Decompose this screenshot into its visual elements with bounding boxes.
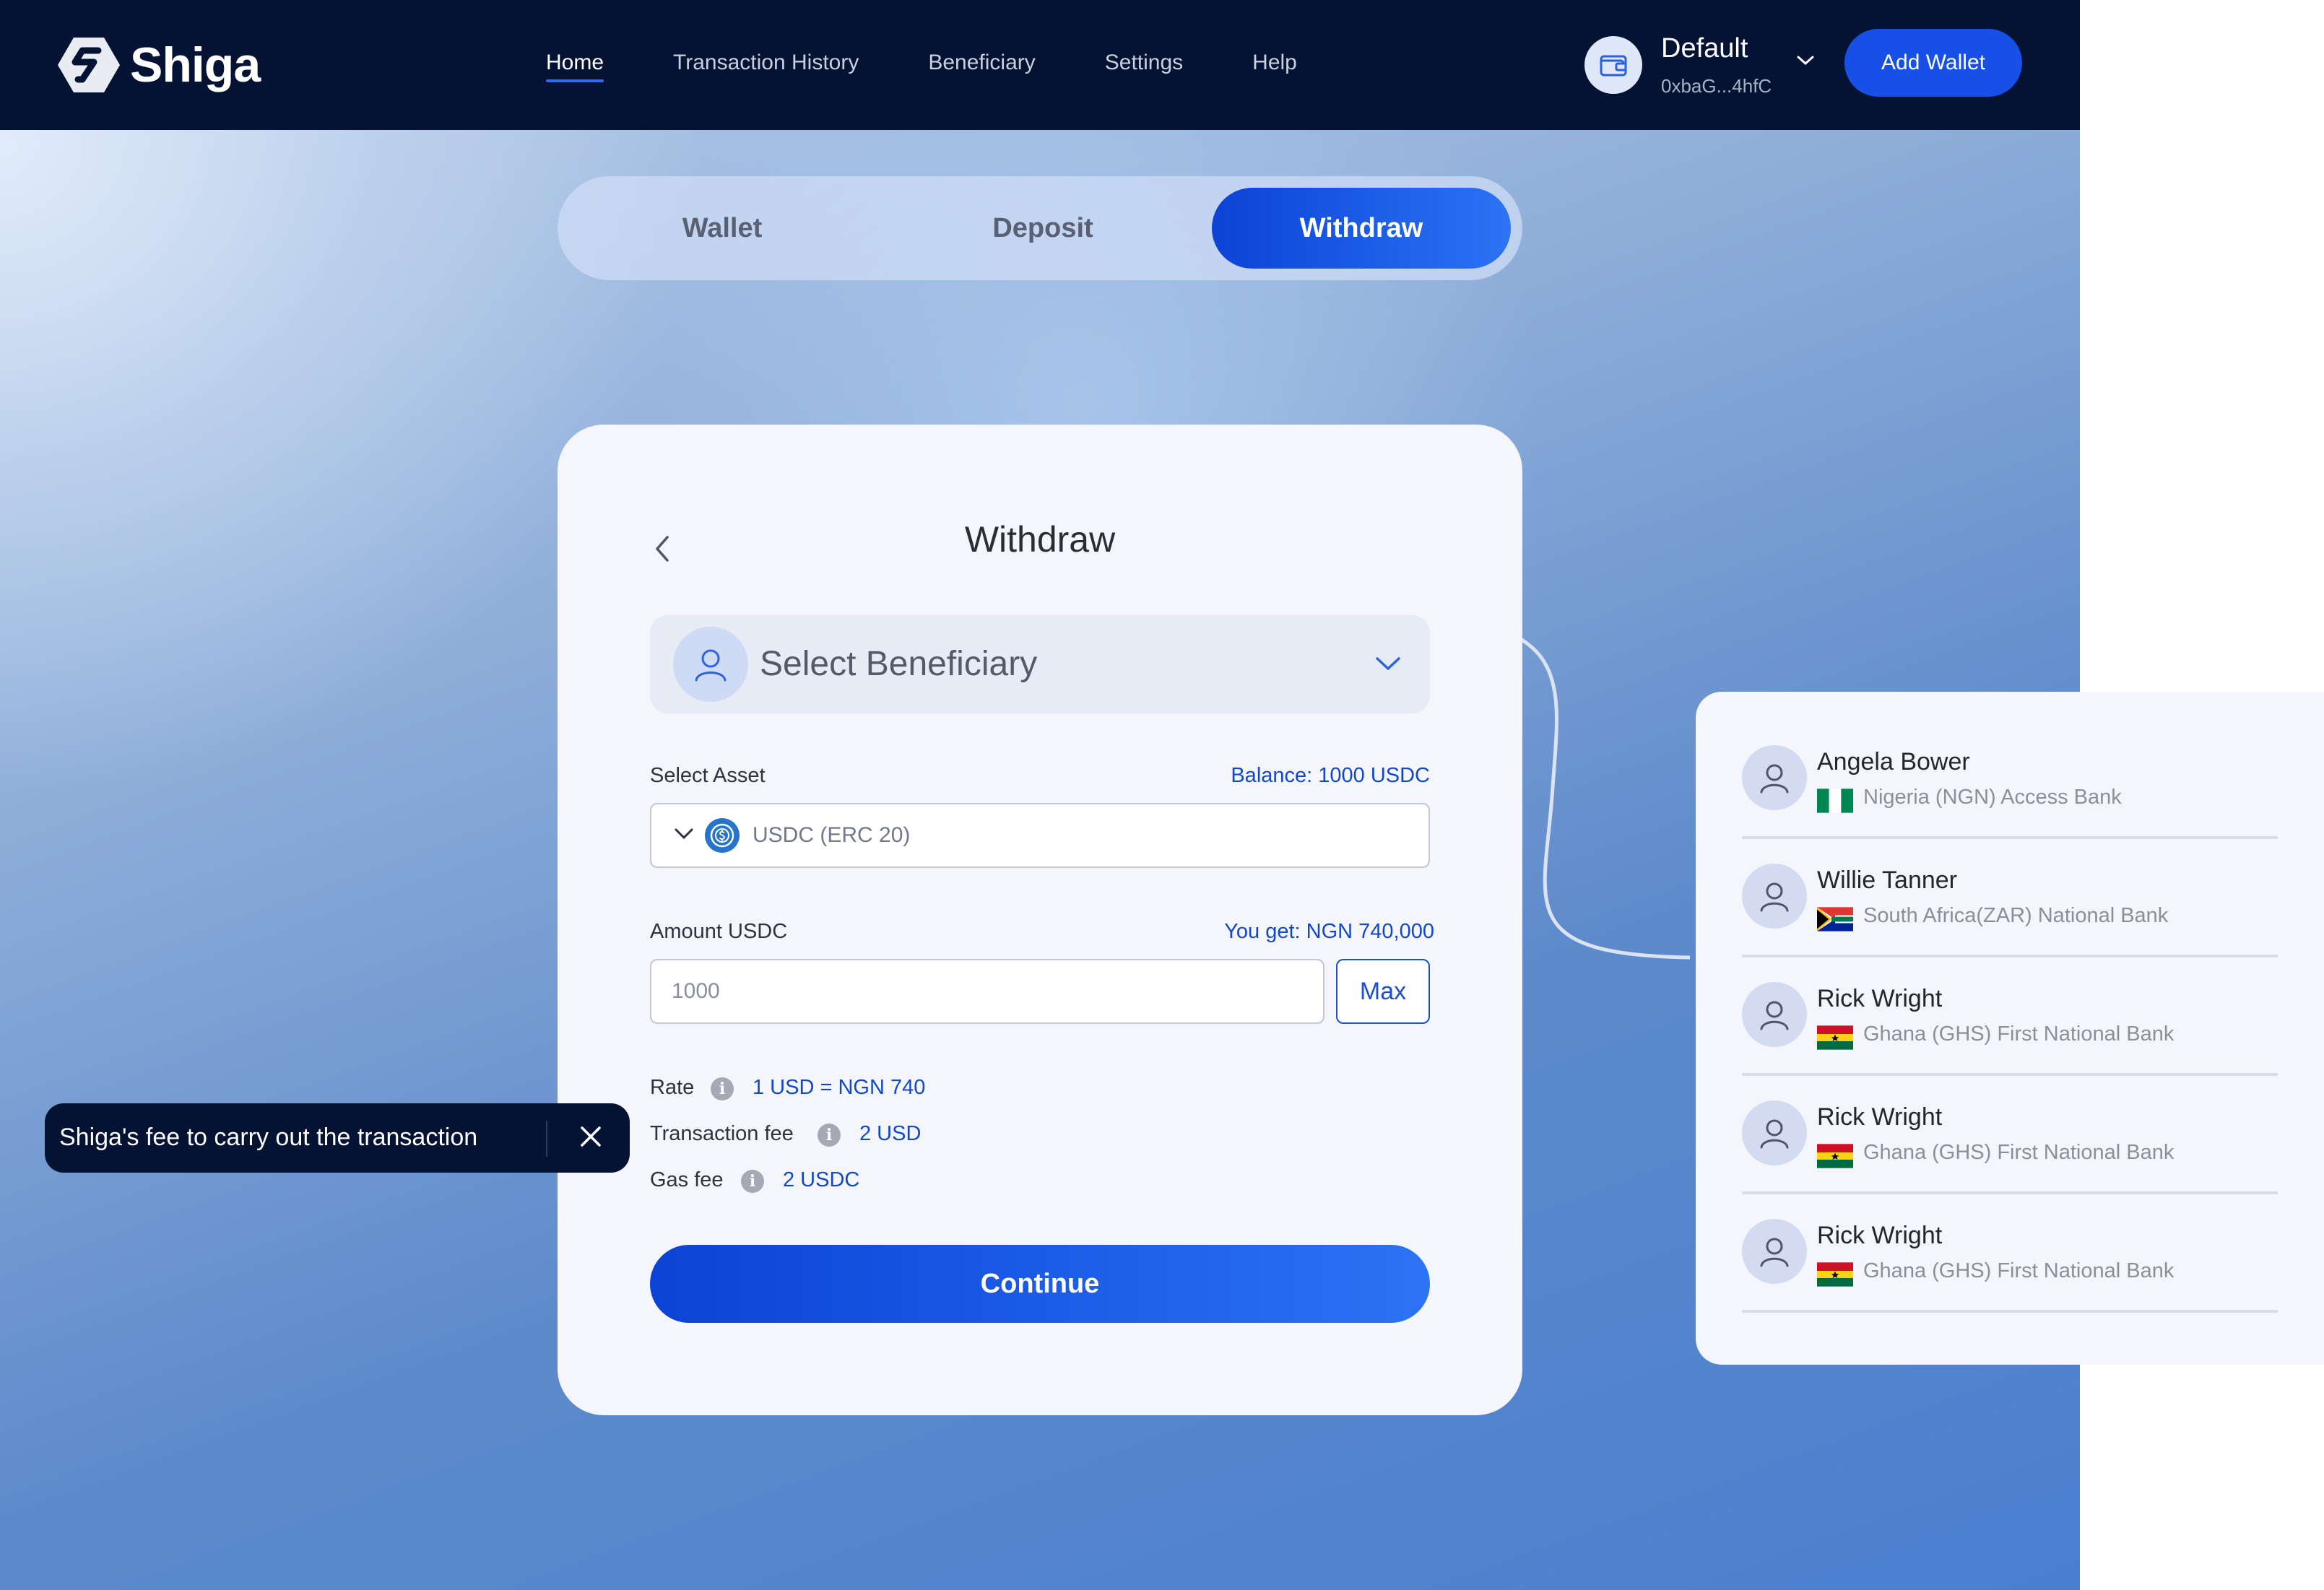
asset-value: USDC (ERC 20) xyxy=(753,823,911,847)
beneficiary-item[interactable]: Angela Bower Nigeria (NGN) Access Bank xyxy=(1742,721,2278,839)
rate-label: Rate xyxy=(650,1076,695,1099)
beneficiary-bank: Nigeria (NGN) Access Bank xyxy=(1863,786,2122,809)
chevron-down-icon xyxy=(1376,657,1400,671)
beneficiary-item[interactable]: Rick Wright Ghana (GHS) First National B… xyxy=(1742,957,2278,1076)
brand-logo[interactable]: Shiga xyxy=(56,35,261,95)
beneficiary-placeholder: Select Beneficiary xyxy=(760,645,1038,683)
beneficiary-bank: South Africa(ZAR) National Bank xyxy=(1863,904,2169,927)
you-get-text: You get: NGN 740,000 xyxy=(1224,920,1434,943)
rate-value: 1 USD = NGN 740 xyxy=(753,1076,926,1099)
amount-input[interactable] xyxy=(650,959,1324,1024)
beneficiary-name: Angela Bower xyxy=(1817,748,1970,776)
beneficiary-item[interactable]: Rick Wright Ghana (GHS) First National B… xyxy=(1742,1076,2278,1194)
user-icon xyxy=(1742,864,1807,929)
ghana-flag-icon xyxy=(1817,1262,1853,1287)
chevron-down-icon xyxy=(675,828,693,840)
nav-item-transaction-history[interactable]: Transaction History xyxy=(673,51,859,75)
add-wallet-button[interactable]: Add Wallet xyxy=(1844,29,2022,97)
asset-select[interactable]: USDC (ERC 20) xyxy=(650,803,1430,868)
beneficiary-bank: Ghana (GHS) First National Bank xyxy=(1863,1022,2175,1046)
beneficiary-item[interactable]: Willie Tanner South Africa(ZAR) National… xyxy=(1742,839,2278,957)
nigeria-flag-icon xyxy=(1817,789,1853,813)
amount-label: Amount USDC xyxy=(650,920,788,943)
beneficiary-name: Rick Wright xyxy=(1817,1222,1943,1249)
ghana-flag-icon xyxy=(1817,1144,1853,1168)
user-icon xyxy=(1742,745,1807,810)
beneficiary-bank: Ghana (GHS) First National Bank xyxy=(1863,1259,2175,1282)
user-icon xyxy=(1742,1219,1807,1284)
nav-item-beneficiary[interactable]: Beneficiary xyxy=(928,51,1035,75)
balance-text: Balance: 1000 USDC xyxy=(1231,764,1430,787)
nav-item-help[interactable]: Help xyxy=(1252,51,1297,75)
wallet-name: Default xyxy=(1661,33,1748,64)
beneficiary-name: Willie Tanner xyxy=(1817,866,1958,894)
info-icon[interactable]: i xyxy=(711,1077,734,1100)
nav-item-settings[interactable]: Settings xyxy=(1105,51,1183,75)
beneficiary-item[interactable]: Rick Wright Ghana (GHS) First National B… xyxy=(1742,1194,2278,1313)
wallet-icon xyxy=(1584,36,1642,94)
tab-deposit[interactable]: Deposit xyxy=(919,188,1167,269)
user-icon xyxy=(673,627,748,702)
nav-item-home[interactable]: Home xyxy=(546,51,604,82)
shiga-logo-icon xyxy=(58,38,120,92)
beneficiary-name: Rick Wright xyxy=(1817,985,1943,1012)
beneficiary-bank: Ghana (GHS) First National Bank xyxy=(1863,1141,2175,1164)
top-navbar: Shiga Home Transaction History Beneficia… xyxy=(0,0,2080,130)
gas-fee-label: Gas fee xyxy=(650,1168,724,1191)
card-title: Withdraw xyxy=(964,519,1116,560)
max-button[interactable]: Max xyxy=(1336,959,1430,1024)
wallet-selector[interactable]: Default 0xbaG...4hfC xyxy=(1582,30,1827,103)
brand-name: Shiga xyxy=(130,38,261,92)
user-icon xyxy=(1742,982,1807,1047)
transaction-fee-value: 2 USD xyxy=(859,1122,922,1145)
south-africa-flag-icon xyxy=(1817,907,1853,931)
asset-label: Select Asset xyxy=(650,764,766,787)
tab-wallet[interactable]: Wallet xyxy=(598,188,846,269)
gas-fee-value: 2 USDC xyxy=(783,1168,860,1191)
beneficiary-name: Rick Wright xyxy=(1817,1103,1943,1131)
fee-tooltip: Shiga's fee to carry out the transaction xyxy=(45,1103,630,1173)
select-beneficiary-dropdown[interactable]: Select Beneficiary xyxy=(650,615,1430,713)
user-icon xyxy=(1742,1100,1807,1165)
close-icon[interactable] xyxy=(576,1122,605,1151)
ghana-flag-icon xyxy=(1817,1025,1853,1050)
tab-withdraw[interactable]: Withdraw xyxy=(1212,188,1511,269)
beneficiary-list: Angela Bower Nigeria (NGN) Access Bank W… xyxy=(1696,692,2324,1365)
continue-button[interactable]: Continue xyxy=(650,1245,1430,1323)
wallet-address: 0xbaG...4hfC xyxy=(1661,75,1772,97)
withdraw-card: Withdraw Select Beneficiary Select Asset… xyxy=(558,425,1522,1415)
usdc-icon xyxy=(705,818,740,853)
chevron-down-icon xyxy=(1797,56,1814,66)
info-icon[interactable]: i xyxy=(741,1170,764,1193)
mode-tabs: Wallet Deposit Withdraw xyxy=(558,176,1522,280)
tooltip-divider xyxy=(546,1121,547,1157)
tooltip-text: Shiga's fee to carry out the transaction xyxy=(59,1124,478,1151)
main-nav: Home Transaction History Beneficiary Set… xyxy=(546,51,1366,82)
transaction-fee-label: Transaction fee xyxy=(650,1122,794,1145)
info-icon[interactable]: i xyxy=(818,1124,841,1147)
